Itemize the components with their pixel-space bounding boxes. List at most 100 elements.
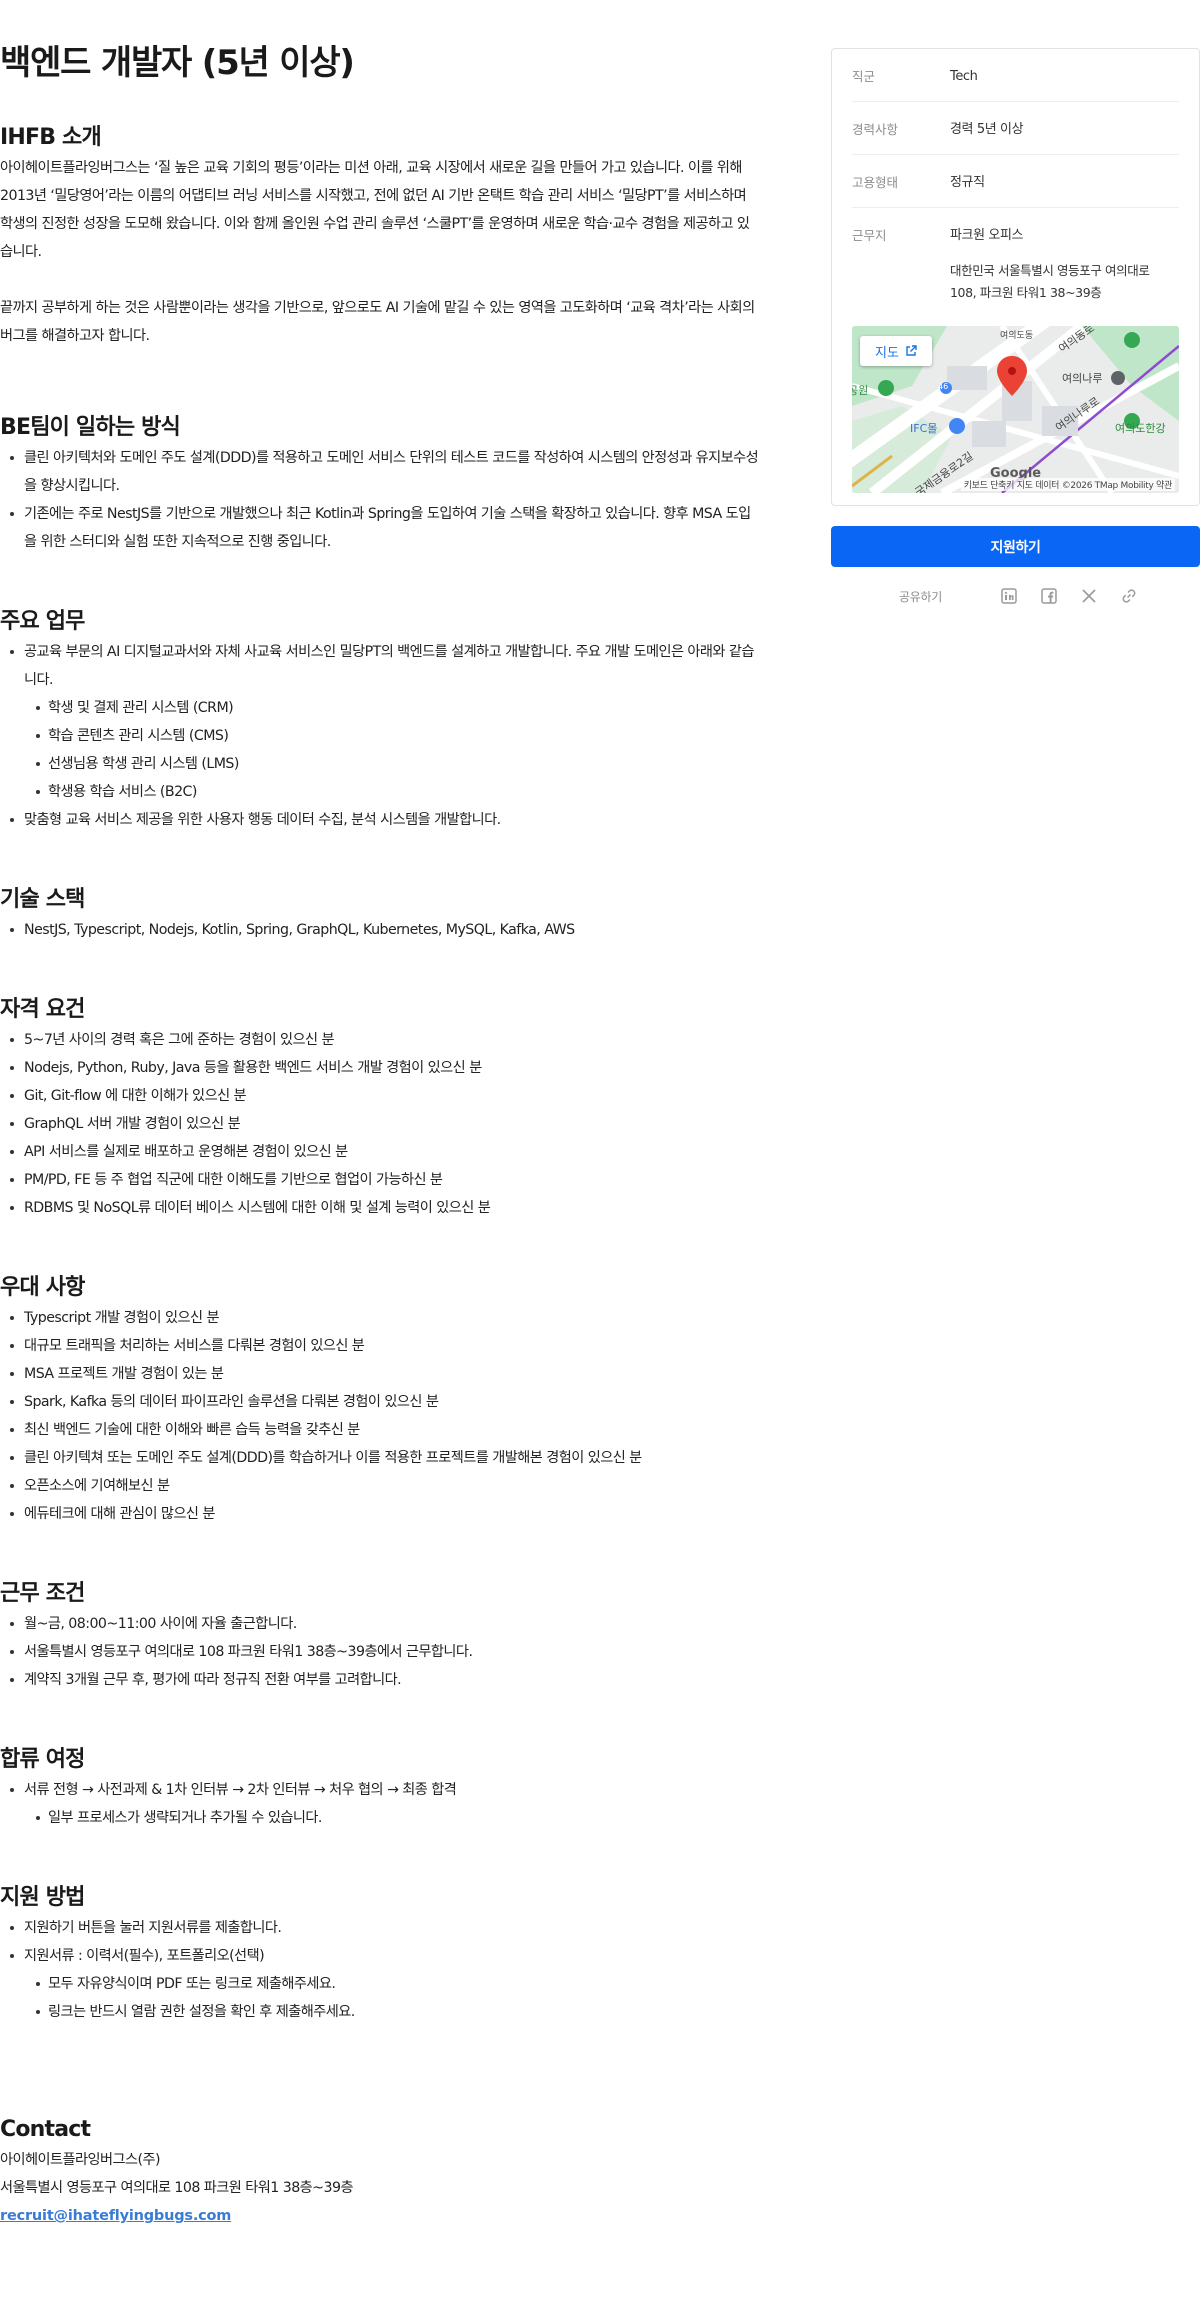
list-item: MSA 프로젝트 개발 경험이 있는 분 (0, 1360, 760, 1388)
list-item: Nodejs, Python, Ruby, Java 등을 활용한 백엔드 서비… (0, 1054, 760, 1082)
section-heading: 자격 요건 (0, 997, 85, 1022)
section-heading: 기술 스택 (0, 887, 85, 912)
section-heading: Contact (0, 2117, 91, 2142)
list: Typescript 개발 경험이 있으신 분 대규모 트래픽을 처리하는 서비… (0, 1304, 760, 1528)
info-row-location: 근무지 파크원 오피스 대한민국 서울특별시 영등포구 여의대로 108, 파크… (852, 208, 1179, 318)
office-name: 파크원 오피스 (950, 228, 1024, 243)
list: 5~7년 사이의 경력 혹은 그에 준하는 경험이 있으신 분 Nodejs, … (0, 1026, 760, 1222)
external-link-icon (906, 345, 917, 356)
section-heading: BE팀이 일하는 방식 (0, 415, 181, 440)
list-item: 5~7년 사이의 경력 혹은 그에 준하는 경험이 있으신 분 (0, 1026, 760, 1054)
x-icon[interactable] (1069, 584, 1109, 608)
sub-list-item: 링크는 반드시 열람 권한 설정을 확인 후 제출해주세요. (0, 1998, 760, 2026)
paragraph: 끝까지 공부하게 하는 것은 사람뿐이라는 생각을 기반으로, 앞으로도 AI … (0, 300, 755, 344)
list-item: 오픈소스에 기여해보신 분 (0, 1472, 760, 1500)
list: 공교육 부문의 AI 디지털교과서와 자체 사교육 서비스인 밀당PT의 백엔드… (0, 638, 760, 694)
info-row-employment-type: 고용형태 정규직 (852, 155, 1179, 208)
list-item: 최신 백엔드 기술에 대한 이해와 빠른 습득 능력을 갖추신 분 (0, 1416, 760, 1444)
list-item: 클린 아키텍처와 도메인 주도 설계(DDD)를 적용하고 도메인 서비스 단위… (0, 444, 760, 500)
location-map[interactable]: 여의동로 여의나루 IFC몰 여의도한강 여의나루로 국제금융로2길 여의도동 … (852, 326, 1179, 493)
info-label: 고용형태 (852, 175, 899, 190)
sub-list-item: 학습 콘텐츠 관리 시스템 (CMS) (0, 722, 760, 750)
map-attribution[interactable]: 키보드 단축키 지도 데이터 ©2026 TMap Mobility 약관 (960, 478, 1175, 491)
section-requirements: 자격 요건 5~7년 사이의 경력 혹은 그에 준하는 경험이 있으신 분 No… (0, 994, 760, 1222)
contact-company: 아이헤이트플라잉버그스(주) (0, 2152, 161, 2168)
list-item: 서울특별시 영등포구 여의대로 108 파크원 타워1 38층~39층에서 근무… (0, 1638, 760, 1666)
list-item: Typescript 개발 경험이 있으신 분 (0, 1304, 760, 1332)
map-label: 여의나루 (1062, 372, 1103, 385)
list-item: 맞춤형 교육 서비스 제공을 위한 사용자 행동 데이터 수집, 분석 시스템을… (0, 806, 760, 834)
info-row-experience: 경력사항 경력 5년 이상 (852, 102, 1179, 155)
map-label: 46 (938, 382, 949, 391)
list-item: RDBMS 및 NoSQL류 데이터 베이스 시스템에 대한 이해 및 설계 능… (0, 1194, 760, 1222)
sub-list-item: 모두 자유양식이며 PDF 또는 링크로 제출해주세요. (0, 1970, 760, 1998)
share-bar: 공유하기 (831, 581, 1200, 611)
facebook-icon[interactable] (1029, 584, 1069, 608)
list: 지원하기 버튼을 눌러 지원서류를 제출합니다. 지원서류 : 이력서(필수),… (0, 1914, 760, 1970)
list: 맞춤형 교육 서비스 제공을 위한 사용자 행동 데이터 수집, 분석 시스템을… (0, 806, 760, 834)
list-item: 지원하기 버튼을 눌러 지원서류를 제출합니다. (0, 1914, 760, 1942)
list-item: 클린 아키텍쳐 또는 도메인 주도 설계(DDD)를 학습하거나 이를 적용한 … (0, 1444, 760, 1472)
section-process: 합류 여정 서류 전형 → 사전과제 & 1차 인터뷰 → 2차 인터뷰 → 처… (0, 1744, 760, 1832)
page-title: 백엔드 개발자 (5년 이상) (0, 43, 355, 83)
info-value: 정규직 (950, 175, 985, 190)
open-map-button[interactable]: 지도 (860, 336, 932, 366)
linkedin-icon[interactable] (989, 584, 1029, 608)
section-stack: 기술 스택 NestJS, Typescript, Nodejs, Kotlin… (0, 884, 760, 944)
list-item: 대규모 트래픽을 처리하는 서비스를 다뤄본 경험이 있으신 분 (0, 1332, 760, 1360)
share-label: 공유하기 (899, 589, 942, 604)
paragraph: 아이헤이트플라잉버그스는 ‘질 높은 교육 기회의 평등’이라는 미션 아래, … (0, 160, 750, 260)
sub-list-item: 학생 및 결제 관리 시스템 (CRM) (0, 694, 760, 722)
list-item: 공교육 부문의 AI 디지털교과서와 자체 사교육 서비스인 밀당PT의 백엔드… (0, 638, 760, 694)
list-item: 서류 전형 → 사전과제 & 1차 인터뷰 → 2차 인터뷰 → 처우 협의 →… (0, 1776, 760, 1804)
list-item: 기존에는 주로 NestJS를 기반으로 개발했으나 최근 Kotlin과 Sp… (0, 500, 760, 556)
list-item: Spark, Kafka 등의 데이터 파이프라인 솔루션을 다뤄본 경험이 있… (0, 1388, 760, 1416)
info-label: 근무지 (852, 228, 887, 243)
list-item: 월~금, 08:00~11:00 사이에 자율 출근합니다. (0, 1610, 760, 1638)
sub-list-item: 일부 프로세스가 생략되거나 추가될 수 있습니다. (0, 1804, 760, 1832)
contact-address: 서울특별시 영등포구 여의대로 108 파크원 타워1 38층~39층 (0, 2180, 354, 2196)
list-item: API 서비스를 실제로 배포하고 운영해본 경험이 있으신 분 (0, 1138, 760, 1166)
job-info-card: 직군 Tech 경력사항 경력 5년 이상 고용형태 정규직 근무지 파크원 오… (831, 48, 1200, 506)
section-heading: 합류 여정 (0, 1747, 85, 1772)
list-item: PM/PD, FE 등 주 협업 직군에 대한 이해도를 기반으로 협업이 가능… (0, 1166, 760, 1194)
list-item: 계약직 3개월 근무 후, 평가에 따라 정규직 전환 여부를 고려합니다. (0, 1666, 760, 1694)
section-apply: 지원 방법 지원하기 버튼을 눌러 지원서류를 제출합니다. 지원서류 : 이력… (0, 1882, 760, 2026)
office-address: 대한민국 서울특별시 영등포구 여의대로 108, 파크원 타워1 38~39층 (950, 263, 1150, 300)
open-map-label: 지도 (875, 345, 899, 361)
section-be-team: BE팀이 일하는 방식 클린 아키텍처와 도메인 주도 설계(DDD)를 적용하… (0, 412, 760, 556)
map-label: IFC몰 (910, 422, 938, 435)
map-label: 공원 (852, 384, 869, 397)
section-heading: 지원 방법 (0, 1885, 85, 1910)
job-content: 백엔드 개발자 (5년 이상) IHFB 소개 아이헤이트플라잉버그스는 ‘질 … (0, 0, 760, 2230)
info-value: 파크원 오피스 대한민국 서울특별시 영등포구 여의대로 108, 파크원 타워… (950, 226, 1179, 304)
list-item: 에듀테크에 대해 관심이 많으신 분 (0, 1500, 760, 1528)
list: 클린 아키텍처와 도메인 주도 설계(DDD)를 적용하고 도메인 서비스 단위… (0, 444, 760, 556)
apply-button[interactable]: 지원하기 (831, 526, 1200, 567)
list: 서류 전형 → 사전과제 & 1차 인터뷰 → 2차 인터뷰 → 처우 협의 →… (0, 1776, 760, 1804)
section-duties: 주요 업무 공교육 부문의 AI 디지털교과서와 자체 사교육 서비스인 밀당P… (0, 606, 760, 834)
list-item: NestJS, Typescript, Nodejs, Kotlin, Spri… (0, 916, 760, 944)
map-label: 여의도한강 (1115, 422, 1166, 435)
section-heading: IHFB 소개 (0, 125, 102, 150)
section-preferred: 우대 사항 Typescript 개발 경험이 있으신 분 대규모 트래픽을 처… (0, 1272, 760, 1528)
sub-list-item: 선생님용 학생 관리 시스템 (LMS) (0, 750, 760, 778)
section-heading: 우대 사항 (0, 1275, 85, 1300)
sub-list: 일부 프로세스가 생략되거나 추가될 수 있습니다. (0, 1804, 760, 1832)
list: NestJS, Typescript, Nodejs, Kotlin, Spri… (0, 916, 760, 944)
section-heading: 주요 업무 (0, 609, 85, 634)
info-row-job-group: 직군 Tech (852, 49, 1179, 102)
section-heading: 근무 조건 (0, 1581, 85, 1606)
info-value: Tech (950, 69, 978, 84)
list-item: 지원서류 : 이력서(필수), 포트폴리오(선택) (0, 1942, 760, 1970)
sub-list: 학생 및 결제 관리 시스템 (CRM) 학습 콘텐츠 관리 시스템 (CMS)… (0, 694, 760, 806)
contact-email-link[interactable]: recruit@ihateflyingbugs.com (0, 2208, 231, 2224)
info-label: 직군 (852, 69, 876, 84)
link-icon[interactable] (1109, 584, 1149, 608)
list-item: Git, Git-flow 에 대한 이해가 있으신 분 (0, 1082, 760, 1110)
map-label: 여의도동 (1000, 331, 1034, 341)
section-intro: IHFB 소개 아이헤이트플라잉버그스는 ‘질 높은 교육 기회의 평등’이라는… (0, 122, 760, 350)
section-contact: Contact 아이헤이트플라잉버그스(주) 서울특별시 영등포구 여의대로 1… (0, 2114, 760, 2230)
info-value: 경력 5년 이상 (950, 122, 1024, 137)
section-conditions: 근무 조건 월~금, 08:00~11:00 사이에 자율 출근합니다. 서울특… (0, 1578, 760, 1694)
